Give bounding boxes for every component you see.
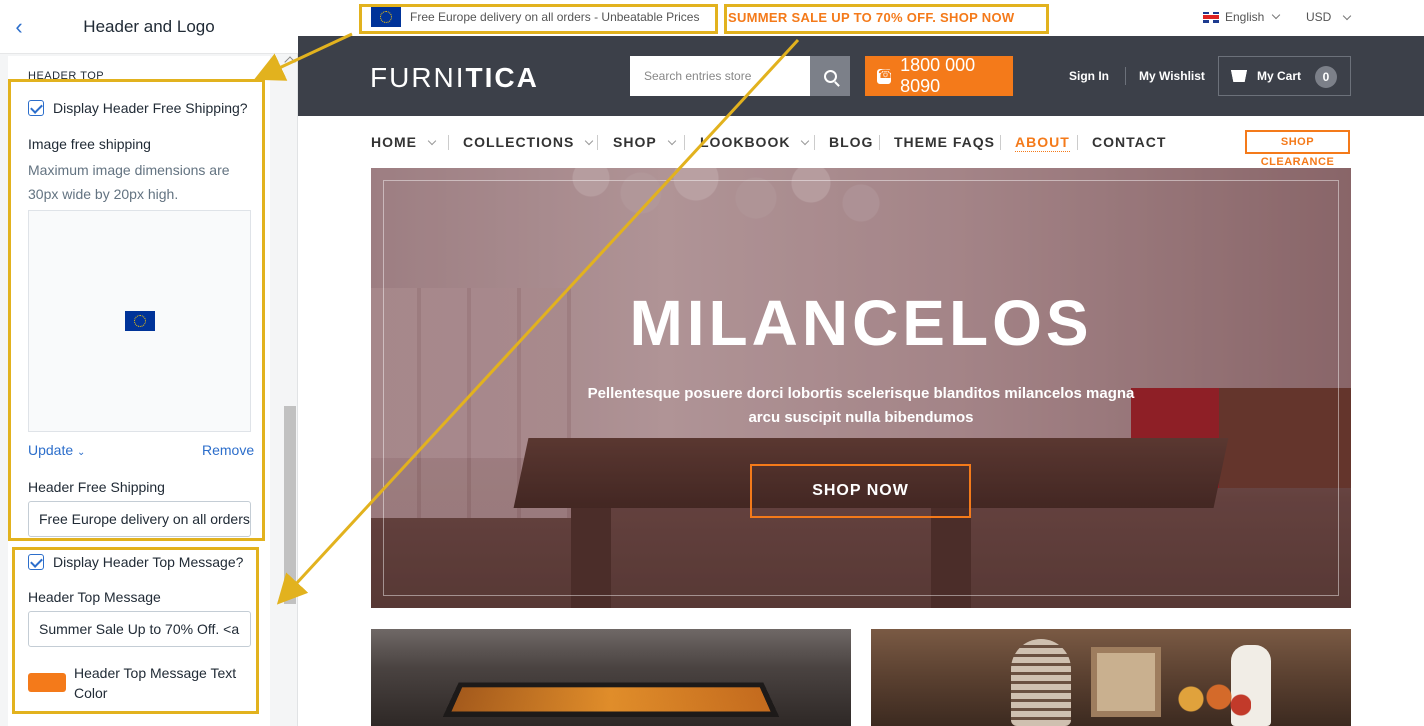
section-label: HEADER TOP [28,70,105,82]
nav-divider [597,135,598,150]
panel-header: ‹ Header and Logo [0,0,298,54]
nav-item-shop[interactable]: SHOP [613,134,676,150]
collection-banner-decor[interactable] [871,629,1351,726]
free-shipping-text-input[interactable]: Free Europe delivery on all orders - Unb… [28,501,251,537]
remove-image-link[interactable]: Remove [202,442,254,458]
language-label: English [1225,10,1265,24]
top-sale-message[interactable]: SUMMER SALE UP TO 70% OFF. SHOP NOW [728,10,1014,25]
free-shipping-message: Free Europe delivery on all orders - Unb… [410,10,700,24]
nav-item-home[interactable]: HOME [371,134,437,150]
chevron-down-icon [801,136,810,146]
chevron-down-icon [585,136,594,146]
storefront-preview: Free Europe delivery on all orders - Unb… [298,0,1424,726]
hero-subtitle: Pellentesque posuere dorci lobortis scel… [587,385,1135,426]
nav-divider [1077,135,1078,150]
top-message-label: Header Top Message [28,589,161,605]
nav-divider [814,135,815,150]
shop-clearance-button[interactable]: SHOP CLEARANCE [1245,130,1350,168]
language-selector[interactable]: English [1203,10,1281,24]
free-shipping-text-label: Header Free Shipping [28,479,165,495]
search-bar [630,56,850,96]
collection-banner-dining[interactable] [371,629,851,726]
nav-label: HOME [371,134,417,150]
update-link-label: Update [28,442,74,458]
cart-label: My Cart [1257,69,1302,83]
chevron-down-icon [1272,10,1281,20]
theme-editor-panel: ‹ Header and Logo HEADER TOP Display Hea… [0,0,298,726]
text-color-label: Header Top Message Text Color [74,665,237,701]
free-shipping-checkbox[interactable]: Display Header Free Shipping? [28,100,248,116]
store-logo[interactable]: FURNITICA [370,62,539,94]
nav-item-lookbook[interactable]: LOOKBOOK [700,134,810,150]
nav-label: SHOP [613,134,657,150]
hero-shop-now-button[interactable]: SHOP NOW [750,464,971,518]
banner-image-table [442,682,780,718]
main-navigation: HOME COLLECTIONS SHOP LOOKBOOK BLOG THEM… [298,116,1424,168]
nav-label: LOOKBOOK [700,134,791,150]
nav-item-contact[interactable]: CONTACT [1092,134,1166,150]
search-icon [823,69,837,83]
search-button[interactable] [810,56,850,96]
image-field-help: Maximum image dimensions are 30px wide b… [28,162,230,202]
wishlist-link[interactable]: My Wishlist [1139,69,1205,83]
cart-icon [1231,70,1247,82]
nav-divider [879,135,880,150]
logo-text-light: FURNI [370,62,466,93]
hero-title: MILANCELOS [629,287,1093,359]
nav-item-collections[interactable]: COLLECTIONS [463,134,594,150]
phone-icon [877,67,893,84]
nav-divider [448,135,449,150]
chevron-down-icon [427,136,437,146]
search-input[interactable] [630,56,810,96]
text-color-swatch[interactable] [28,673,66,692]
top-message-checkbox[interactable]: Display Header Top Message? [28,554,243,570]
phone-number: 1800 000 8090 [900,55,976,96]
header-top-bar: Free Europe delivery on all orders - Unb… [298,0,1424,36]
nav-divider [1000,135,1001,150]
chevron-down-icon: ⌄ [77,447,86,458]
panel-title: Header and Logo [83,17,215,36]
banner-image-frame [1091,647,1161,717]
chevron-down-icon [667,136,676,146]
eu-flag-icon [125,311,155,331]
nav-label: COLLECTIONS [463,134,575,150]
image-preview-box[interactable] [28,210,251,432]
checkbox-checked-icon[interactable] [28,100,44,116]
currency-selector[interactable]: USD [1306,10,1351,24]
nav-item-blog[interactable]: BLOG [829,134,873,150]
banner-image-fruit [1171,679,1251,719]
nav-divider [684,135,685,150]
top-message-input[interactable]: Summer Sale Up to 70% Off. <a [28,611,251,647]
uk-flag-icon [1203,11,1219,23]
phone-button[interactable]: 1800 000 8090 [865,55,1013,96]
scrollbar-track[interactable] [283,56,297,726]
nav-item-about[interactable]: ABOUT [1015,134,1070,152]
nav-item-theme-faqs[interactable]: THEME FAQS [894,134,995,150]
image-field-label: Image free shipping [28,136,151,152]
cart-button[interactable]: My Cart 0 [1218,56,1351,96]
currency-label: USD [1306,10,1332,24]
chevron-down-icon [1342,11,1351,21]
main-header: FURNITICA 1800 000 8090 Sign In My Wishl… [298,36,1424,116]
logo-text-bold: TICA [465,62,539,93]
checkbox-checked-icon[interactable] [28,554,44,570]
banner-image-vase [1011,639,1071,726]
hero-slideshow[interactable]: MILANCELOS Pellentesque posuere dorci lo… [371,168,1351,608]
scrollbar-thumb[interactable] [284,406,296,604]
top-message-checkbox-label: Display Header Top Message? [53,554,244,570]
sign-in-link[interactable]: Sign In [1069,69,1109,83]
free-shipping-checkbox-label: Display Header Free Shipping? [53,100,248,116]
header-divider [1125,67,1126,85]
eu-flag-icon [371,7,401,27]
update-image-link[interactable]: Update ⌄ [28,442,85,458]
cart-count-badge: 0 [1315,66,1337,88]
